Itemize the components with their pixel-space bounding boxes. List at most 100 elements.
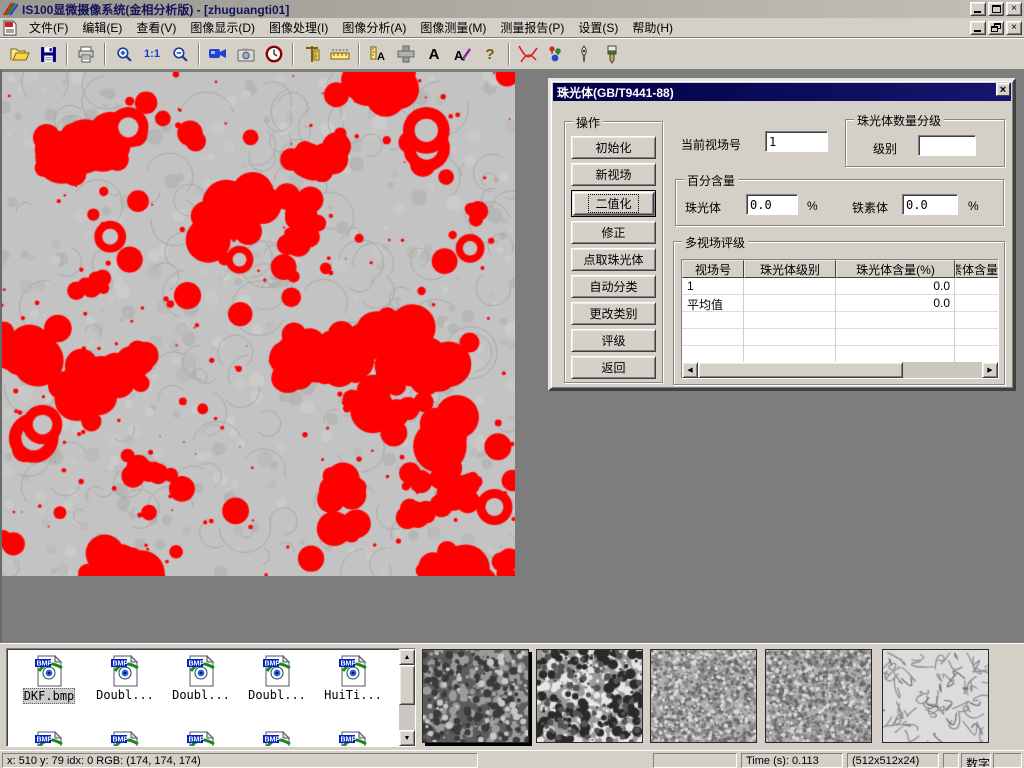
text-tool-button[interactable]: A	[421, 42, 447, 66]
timer-button[interactable]	[261, 42, 287, 66]
binarize-button[interactable]: 二值化	[571, 190, 656, 217]
video-capture-button[interactable]	[205, 42, 231, 66]
pointer-pen-button[interactable]	[571, 42, 597, 66]
ruler-button[interactable]	[327, 42, 353, 66]
caliper-button[interactable]	[299, 42, 325, 66]
file-name[interactable]: HuiTi...	[324, 688, 382, 702]
file-name[interactable]: Doubl...	[96, 688, 154, 702]
scroll-down-button[interactable]: ▼	[399, 730, 415, 746]
measure-label-button[interactable]: A	[365, 42, 391, 66]
menu-help[interactable]: 帮助(H)	[625, 17, 680, 38]
scroll-right-button[interactable]: ▶	[982, 362, 998, 378]
file-item[interactable]: BMP	[163, 731, 239, 747]
svg-text:BMP: BMP	[113, 737, 129, 744]
table-row[interactable]: 平均值 0.0	[682, 295, 998, 312]
correct-button[interactable]: 修正	[571, 221, 656, 244]
menu-image-process[interactable]: 图像处理(I)	[262, 17, 335, 38]
scrollbar-thumb[interactable]	[399, 665, 415, 705]
snapshot-button[interactable]	[233, 42, 259, 66]
file-item[interactable]: BMP Doubl...	[239, 655, 315, 704]
file-name[interactable]: Doubl...	[172, 688, 230, 702]
menu-image-measure[interactable]: 图像测量(M)	[413, 17, 493, 38]
arrow-right-icon: ▶	[987, 366, 992, 374]
initialize-button[interactable]: 初始化	[571, 136, 656, 159]
new-field-button[interactable]: 新视场	[571, 163, 656, 186]
snapshot-icon	[237, 47, 255, 62]
file-list-scrollbar[interactable]: ▲ ▼	[399, 649, 415, 746]
pick-pearlite-button[interactable]: 点取珠光体	[571, 248, 656, 271]
zoom-in-button[interactable]	[111, 42, 137, 66]
table-horizontal-scrollbar[interactable]: ◀ ▶	[682, 362, 998, 378]
arrow-up-icon: ▲	[404, 654, 411, 661]
stitch-button[interactable]	[393, 42, 419, 66]
col-ferrite-content[interactable]: 铁素体含量(%)	[955, 260, 999, 278]
metallograph-canvas[interactable]	[2, 72, 515, 576]
file-item[interactable]: BMP Doubl...	[87, 655, 163, 704]
scrollbar-thumb[interactable]	[698, 362, 903, 378]
scroll-left-button[interactable]: ◀	[682, 362, 698, 378]
thumbnail-2[interactable]	[536, 649, 643, 743]
auto-classify-button[interactable]: 自动分类	[571, 275, 656, 298]
file-item[interactable]: BMP HuiTi...	[315, 655, 391, 704]
spline-curve-button[interactable]	[515, 42, 541, 66]
col-field-number[interactable]: 视场号	[682, 260, 744, 278]
current-field-input[interactable]	[765, 131, 828, 152]
file-name[interactable]: Doubl...	[248, 688, 306, 702]
maximize-button[interactable]	[988, 2, 1004, 16]
table-body: 1 0.0 平均值 0.0	[682, 278, 998, 362]
open-file-button[interactable]	[7, 42, 33, 66]
thumbnail-1[interactable]	[422, 649, 529, 743]
percent-sign: %	[968, 199, 979, 213]
file-item[interactable]: BMP DKF.bmp	[11, 655, 87, 704]
thumbnail-4[interactable]	[765, 649, 872, 743]
count-grading-group: 珠光体数量分级 级别	[845, 119, 1005, 167]
print-button[interactable]	[73, 42, 99, 66]
rate-button[interactable]: 评级	[571, 329, 656, 352]
zoom-out-button[interactable]	[167, 42, 193, 66]
minimize-icon	[974, 11, 981, 13]
annotate-button[interactable]: A	[449, 42, 475, 66]
thumbnail-5[interactable]	[882, 649, 989, 743]
classify-points-button[interactable]	[543, 42, 569, 66]
menu-settings[interactable]: 设置(S)	[571, 17, 625, 38]
file-item[interactable]: BMP	[11, 731, 87, 747]
menu-view[interactable]: 查看(V)	[129, 17, 183, 38]
col-pearlite-grade[interactable]: 珠光体级别	[744, 260, 836, 278]
pearlite-pct-input[interactable]	[746, 194, 798, 215]
grade-level-input[interactable]	[918, 135, 976, 156]
file-item[interactable]: BMP	[87, 731, 163, 747]
menu-edit[interactable]: 编辑(E)	[75, 17, 129, 38]
table-row[interactable]: 1 0.0	[682, 278, 998, 295]
print-icon	[77, 46, 95, 63]
dialog-title-bar[interactable]: 珠光体(GB/T9441-88)	[553, 83, 1011, 101]
minimize-button[interactable]	[970, 2, 986, 16]
fill-brush-button[interactable]	[599, 42, 625, 66]
thumbnail-3[interactable]	[650, 649, 757, 743]
bmp-file-icon: BMP	[262, 655, 292, 687]
file-item[interactable]: BMP Doubl...	[163, 655, 239, 704]
mdi-restore-button[interactable]	[988, 21, 1004, 35]
bottom-panel: BMP DKF.bmp BMP Doubl... BMP Doubl... BM…	[0, 643, 1024, 750]
multi-field-table[interactable]: 视场号 珠光体级别 珠光体含量(%) 铁素体含量(%) 1 0.0 平均值	[681, 259, 999, 379]
file-list[interactable]: BMP DKF.bmp BMP Doubl... BMP Doubl... BM…	[6, 648, 416, 747]
dialog-close-button[interactable]: ×	[996, 83, 1010, 96]
file-name[interactable]: DKF.bmp	[23, 688, 76, 704]
menu-image-analysis[interactable]: 图像分析(A)	[335, 17, 413, 38]
change-class-button[interactable]: 更改类别	[571, 302, 656, 325]
menu-image-display[interactable]: 图像显示(D)	[183, 17, 262, 38]
return-button[interactable]: 返回	[571, 356, 656, 379]
file-item[interactable]: BMP	[315, 731, 391, 747]
ferrite-pct-input[interactable]	[902, 194, 958, 215]
close-button[interactable]: ×	[1006, 2, 1022, 16]
document-icon	[2, 20, 18, 36]
help-button[interactable]: ?	[477, 42, 503, 66]
scroll-up-button[interactable]: ▲	[399, 649, 415, 665]
save-button[interactable]	[35, 42, 61, 66]
mdi-minimize-button[interactable]	[970, 21, 986, 35]
col-pearlite-content[interactable]: 珠光体含量(%)	[836, 260, 955, 278]
mdi-close-button[interactable]: ×	[1006, 21, 1022, 35]
menu-file[interactable]: 文件(F)	[22, 17, 75, 38]
actual-size-button[interactable]: 1:1	[139, 42, 165, 66]
file-item[interactable]: BMP	[239, 731, 315, 747]
menu-report[interactable]: 测量报告(P)	[493, 17, 571, 38]
